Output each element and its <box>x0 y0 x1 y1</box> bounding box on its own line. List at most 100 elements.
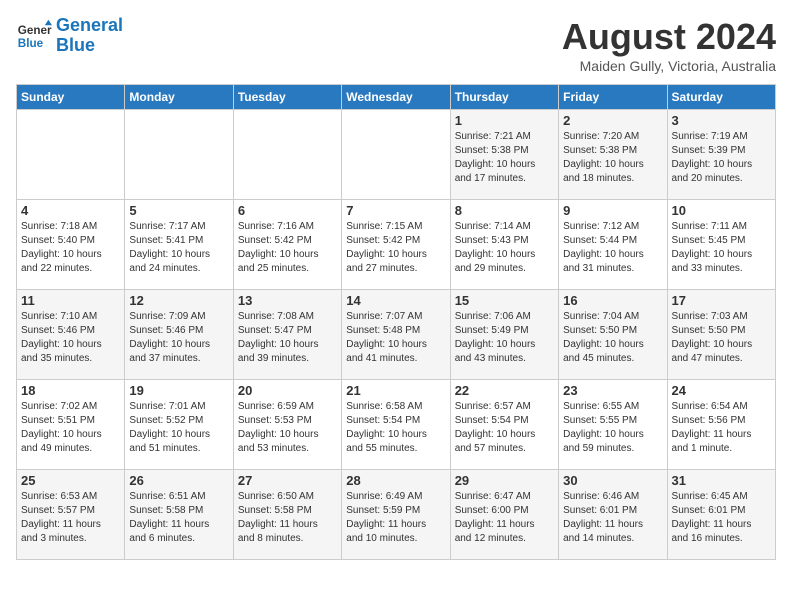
day-number: 24 <box>672 383 771 398</box>
logo-general: General <box>56 15 123 35</box>
day-number: 10 <box>672 203 771 218</box>
day-number: 5 <box>129 203 228 218</box>
week-row-5: 25 Sunrise: 6:53 AM Sunset: 5:57 PM Dayli… <box>17 470 776 560</box>
day-info: Sunrise: 7:09 AM Sunset: 5:46 PM Dayligh… <box>129 310 228 366</box>
day-number: 26 <box>129 473 228 488</box>
day-info: Sunrise: 6:57 AM Sunset: 5:54 PM Dayligh… <box>455 400 554 456</box>
day-number: 28 <box>346 473 445 488</box>
day-cell: 27Sunrise: 6:50 AM Sunset: 5:58 PM Dayli… <box>233 470 341 560</box>
day-cell: 31Sunrise: 6:45 AM Sunset: 6:01 PM Dayli… <box>667 470 775 560</box>
day-number: 6 <box>238 203 337 218</box>
day-info: Sunrise: 7:17 AM Sunset: 5:41 PM Dayligh… <box>129 220 228 276</box>
day-cell: 13 Sunrise: 7:08 AM Sunset: 5:47 PM Dayli… <box>233 290 341 380</box>
calendar-body: 1 Sunrise: 7:21 AM Sunset: 5:38 PM Daylig… <box>17 110 776 560</box>
day-info: Sunrise: 7:02 AM Sunset: 5:51 PM Dayligh… <box>21 400 120 456</box>
day-cell: 11 Sunrise: 7:10 AM Sunset: 5:46 PM Dayli… <box>17 290 125 380</box>
day-info: Sunrise: 7:18 AM Sunset: 5:40 PM Dayligh… <box>21 220 120 276</box>
day-cell: 16 Sunrise: 7:04 AM Sunset: 5:50 PM Dayli… <box>559 290 667 380</box>
day-cell: 22Sunrise: 6:57 AM Sunset: 5:54 PM Dayli… <box>450 380 558 470</box>
day-info: Sunrise: 6:49 AM Sunset: 5:59 PM Dayligh… <box>346 490 445 546</box>
day-info: Sunrise: 6:46 AM Sunset: 6:01 PM Dayligh… <box>563 490 662 546</box>
logo: General Blue General Blue <box>16 16 123 56</box>
day-info: Sunrise: 7:04 AM Sunset: 5:50 PM Dayligh… <box>563 310 662 366</box>
day-cell: 19 Sunrise: 7:01 AM Sunset: 5:52 PM Dayli… <box>125 380 233 470</box>
week-row-3: 11 Sunrise: 7:10 AM Sunset: 5:46 PM Dayli… <box>17 290 776 380</box>
day-number: 16 <box>563 293 662 308</box>
header-cell-friday: Friday <box>559 85 667 110</box>
day-number: 11 <box>21 293 120 308</box>
day-cell: 8 Sunrise: 7:14 AM Sunset: 5:43 PM Daylig… <box>450 200 558 290</box>
header-cell-tuesday: Tuesday <box>233 85 341 110</box>
day-info: Sunrise: 7:20 AM Sunset: 5:38 PM Dayligh… <box>563 130 662 186</box>
day-number: 20 <box>238 383 337 398</box>
day-info: Sunrise: 7:07 AM Sunset: 5:48 PM Dayligh… <box>346 310 445 366</box>
day-info: Sunrise: 6:54 AM Sunset: 5:56 PM Dayligh… <box>672 400 771 456</box>
day-number: 15 <box>455 293 554 308</box>
day-cell <box>125 110 233 200</box>
day-info: Sunrise: 6:45 AM Sunset: 6:01 PM Dayligh… <box>672 490 771 546</box>
day-cell: 15Sunrise: 7:06 AM Sunset: 5:49 PM Dayli… <box>450 290 558 380</box>
day-info: Sunrise: 7:12 AM Sunset: 5:44 PM Dayligh… <box>563 220 662 276</box>
day-info: Sunrise: 6:50 AM Sunset: 5:58 PM Dayligh… <box>238 490 337 546</box>
day-info: Sunrise: 6:53 AM Sunset: 5:57 PM Dayligh… <box>21 490 120 546</box>
month-title: August 2024 <box>562 16 776 58</box>
day-info: Sunrise: 7:10 AM Sunset: 5:46 PM Dayligh… <box>21 310 120 366</box>
day-number: 8 <box>455 203 554 218</box>
calendar-table: SundayMondayTuesdayWednesdayThursdayFrid… <box>16 84 776 560</box>
day-number: 3 <box>672 113 771 128</box>
day-number: 9 <box>563 203 662 218</box>
header-cell-saturday: Saturday <box>667 85 775 110</box>
day-info: Sunrise: 7:01 AM Sunset: 5:52 PM Dayligh… <box>129 400 228 456</box>
header-cell-monday: Monday <box>125 85 233 110</box>
day-cell: 14Sunrise: 7:07 AM Sunset: 5:48 PM Dayli… <box>342 290 450 380</box>
day-number: 17 <box>672 293 771 308</box>
day-number: 21 <box>346 383 445 398</box>
day-info: Sunrise: 6:58 AM Sunset: 5:54 PM Dayligh… <box>346 400 445 456</box>
day-number: 19 <box>129 383 228 398</box>
day-number: 29 <box>455 473 554 488</box>
day-cell: 29 Sunrise: 6:47 AM Sunset: 6:00 PM Dayli… <box>450 470 558 560</box>
day-info: Sunrise: 7:11 AM Sunset: 5:45 PM Dayligh… <box>672 220 771 276</box>
header-cell-sunday: Sunday <box>17 85 125 110</box>
header-cell-thursday: Thursday <box>450 85 558 110</box>
day-number: 1 <box>455 113 554 128</box>
day-cell: 7Sunrise: 7:15 AM Sunset: 5:42 PM Daylig… <box>342 200 450 290</box>
day-cell: 20Sunrise: 6:59 AM Sunset: 5:53 PM Dayli… <box>233 380 341 470</box>
day-cell: 3Sunrise: 7:19 AM Sunset: 5:39 PM Daylig… <box>667 110 775 200</box>
day-cell <box>342 110 450 200</box>
header-cell-wednesday: Wednesday <box>342 85 450 110</box>
day-cell: 30 Sunrise: 6:46 AM Sunset: 6:01 PM Dayli… <box>559 470 667 560</box>
day-info: Sunrise: 7:14 AM Sunset: 5:43 PM Dayligh… <box>455 220 554 276</box>
day-cell: 17 Sunrise: 7:03 AM Sunset: 5:50 PM Dayli… <box>667 290 775 380</box>
day-number: 13 <box>238 293 337 308</box>
day-info: Sunrise: 7:08 AM Sunset: 5:47 PM Dayligh… <box>238 310 337 366</box>
day-info: Sunrise: 7:03 AM Sunset: 5:50 PM Dayligh… <box>672 310 771 366</box>
day-number: 2 <box>563 113 662 128</box>
calendar-header: SundayMondayTuesdayWednesdayThursdayFrid… <box>17 85 776 110</box>
logo-icon: General Blue <box>16 18 52 54</box>
day-cell: 1 Sunrise: 7:21 AM Sunset: 5:38 PM Daylig… <box>450 110 558 200</box>
day-cell: 2 Sunrise: 7:20 AM Sunset: 5:38 PM Daylig… <box>559 110 667 200</box>
day-cell: 24 Sunrise: 6:54 AM Sunset: 5:56 PM Dayli… <box>667 380 775 470</box>
day-cell: 28 Sunrise: 6:49 AM Sunset: 5:59 PM Dayli… <box>342 470 450 560</box>
header-row: SundayMondayTuesdayWednesdayThursdayFrid… <box>17 85 776 110</box>
day-number: 25 <box>21 473 120 488</box>
day-info: Sunrise: 6:47 AM Sunset: 6:00 PM Dayligh… <box>455 490 554 546</box>
svg-text:Blue: Blue <box>18 37 44 50</box>
page-header: General Blue General Blue August 2024 Ma… <box>16 16 776 74</box>
day-cell: 26Sunrise: 6:51 AM Sunset: 5:58 PM Dayli… <box>125 470 233 560</box>
day-cell: 21 Sunrise: 6:58 AM Sunset: 5:54 PM Dayli… <box>342 380 450 470</box>
day-info: Sunrise: 6:55 AM Sunset: 5:55 PM Dayligh… <box>563 400 662 456</box>
week-row-1: 1 Sunrise: 7:21 AM Sunset: 5:38 PM Daylig… <box>17 110 776 200</box>
week-row-2: 4Sunrise: 7:18 AM Sunset: 5:40 PM Daylig… <box>17 200 776 290</box>
logo-blue: Blue <box>56 35 95 55</box>
day-info: Sunrise: 7:21 AM Sunset: 5:38 PM Dayligh… <box>455 130 554 186</box>
day-cell: 6Sunrise: 7:16 AM Sunset: 5:42 PM Daylig… <box>233 200 341 290</box>
title-block: August 2024 Maiden Gully, Victoria, Aust… <box>562 16 776 74</box>
day-cell: 10 Sunrise: 7:11 AM Sunset: 5:45 PM Dayli… <box>667 200 775 290</box>
day-cell <box>233 110 341 200</box>
day-number: 30 <box>563 473 662 488</box>
day-number: 23 <box>563 383 662 398</box>
day-number: 12 <box>129 293 228 308</box>
day-cell: 18Sunrise: 7:02 AM Sunset: 5:51 PM Dayli… <box>17 380 125 470</box>
